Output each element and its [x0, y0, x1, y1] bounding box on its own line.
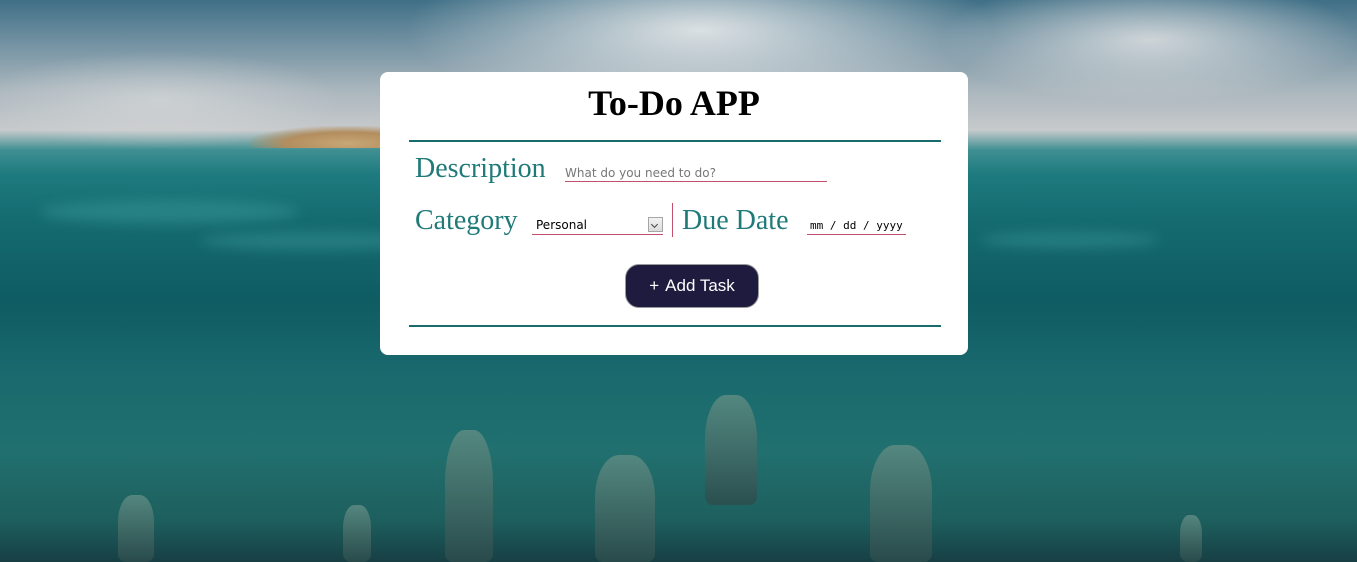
- background-statue: [1180, 515, 1202, 562]
- field-separator: [672, 203, 673, 237]
- background-light-ray: [40, 200, 300, 224]
- todo-card: To-Do APP Description Category Personal …: [380, 72, 968, 355]
- category-label: Category: [415, 205, 518, 236]
- category-select[interactable]: Personal: [532, 217, 663, 235]
- add-task-button[interactable]: + Add Task: [625, 264, 759, 308]
- top-divider: [409, 140, 941, 142]
- background-statue: [118, 495, 154, 562]
- plus-icon: +: [649, 276, 660, 295]
- background-statue: [445, 430, 493, 562]
- chevron-down-icon[interactable]: [648, 217, 663, 232]
- background-shore: [250, 126, 390, 148]
- background-statue: [343, 505, 371, 562]
- background-light-ray: [980, 232, 1160, 248]
- background-statue: [705, 395, 757, 505]
- bottom-divider: [409, 325, 941, 327]
- category-selected-value: Personal: [536, 218, 588, 232]
- due-date-label: Due Date: [682, 205, 789, 236]
- add-task-label: Add Task: [665, 276, 735, 295]
- due-date-input[interactable]: mm / dd / yyyy: [807, 219, 906, 235]
- background-statue: [870, 445, 932, 562]
- app-title: To-Do APP: [588, 83, 760, 123]
- background-statue: [595, 455, 655, 562]
- description-label: Description: [415, 153, 546, 184]
- description-input[interactable]: [565, 165, 827, 182]
